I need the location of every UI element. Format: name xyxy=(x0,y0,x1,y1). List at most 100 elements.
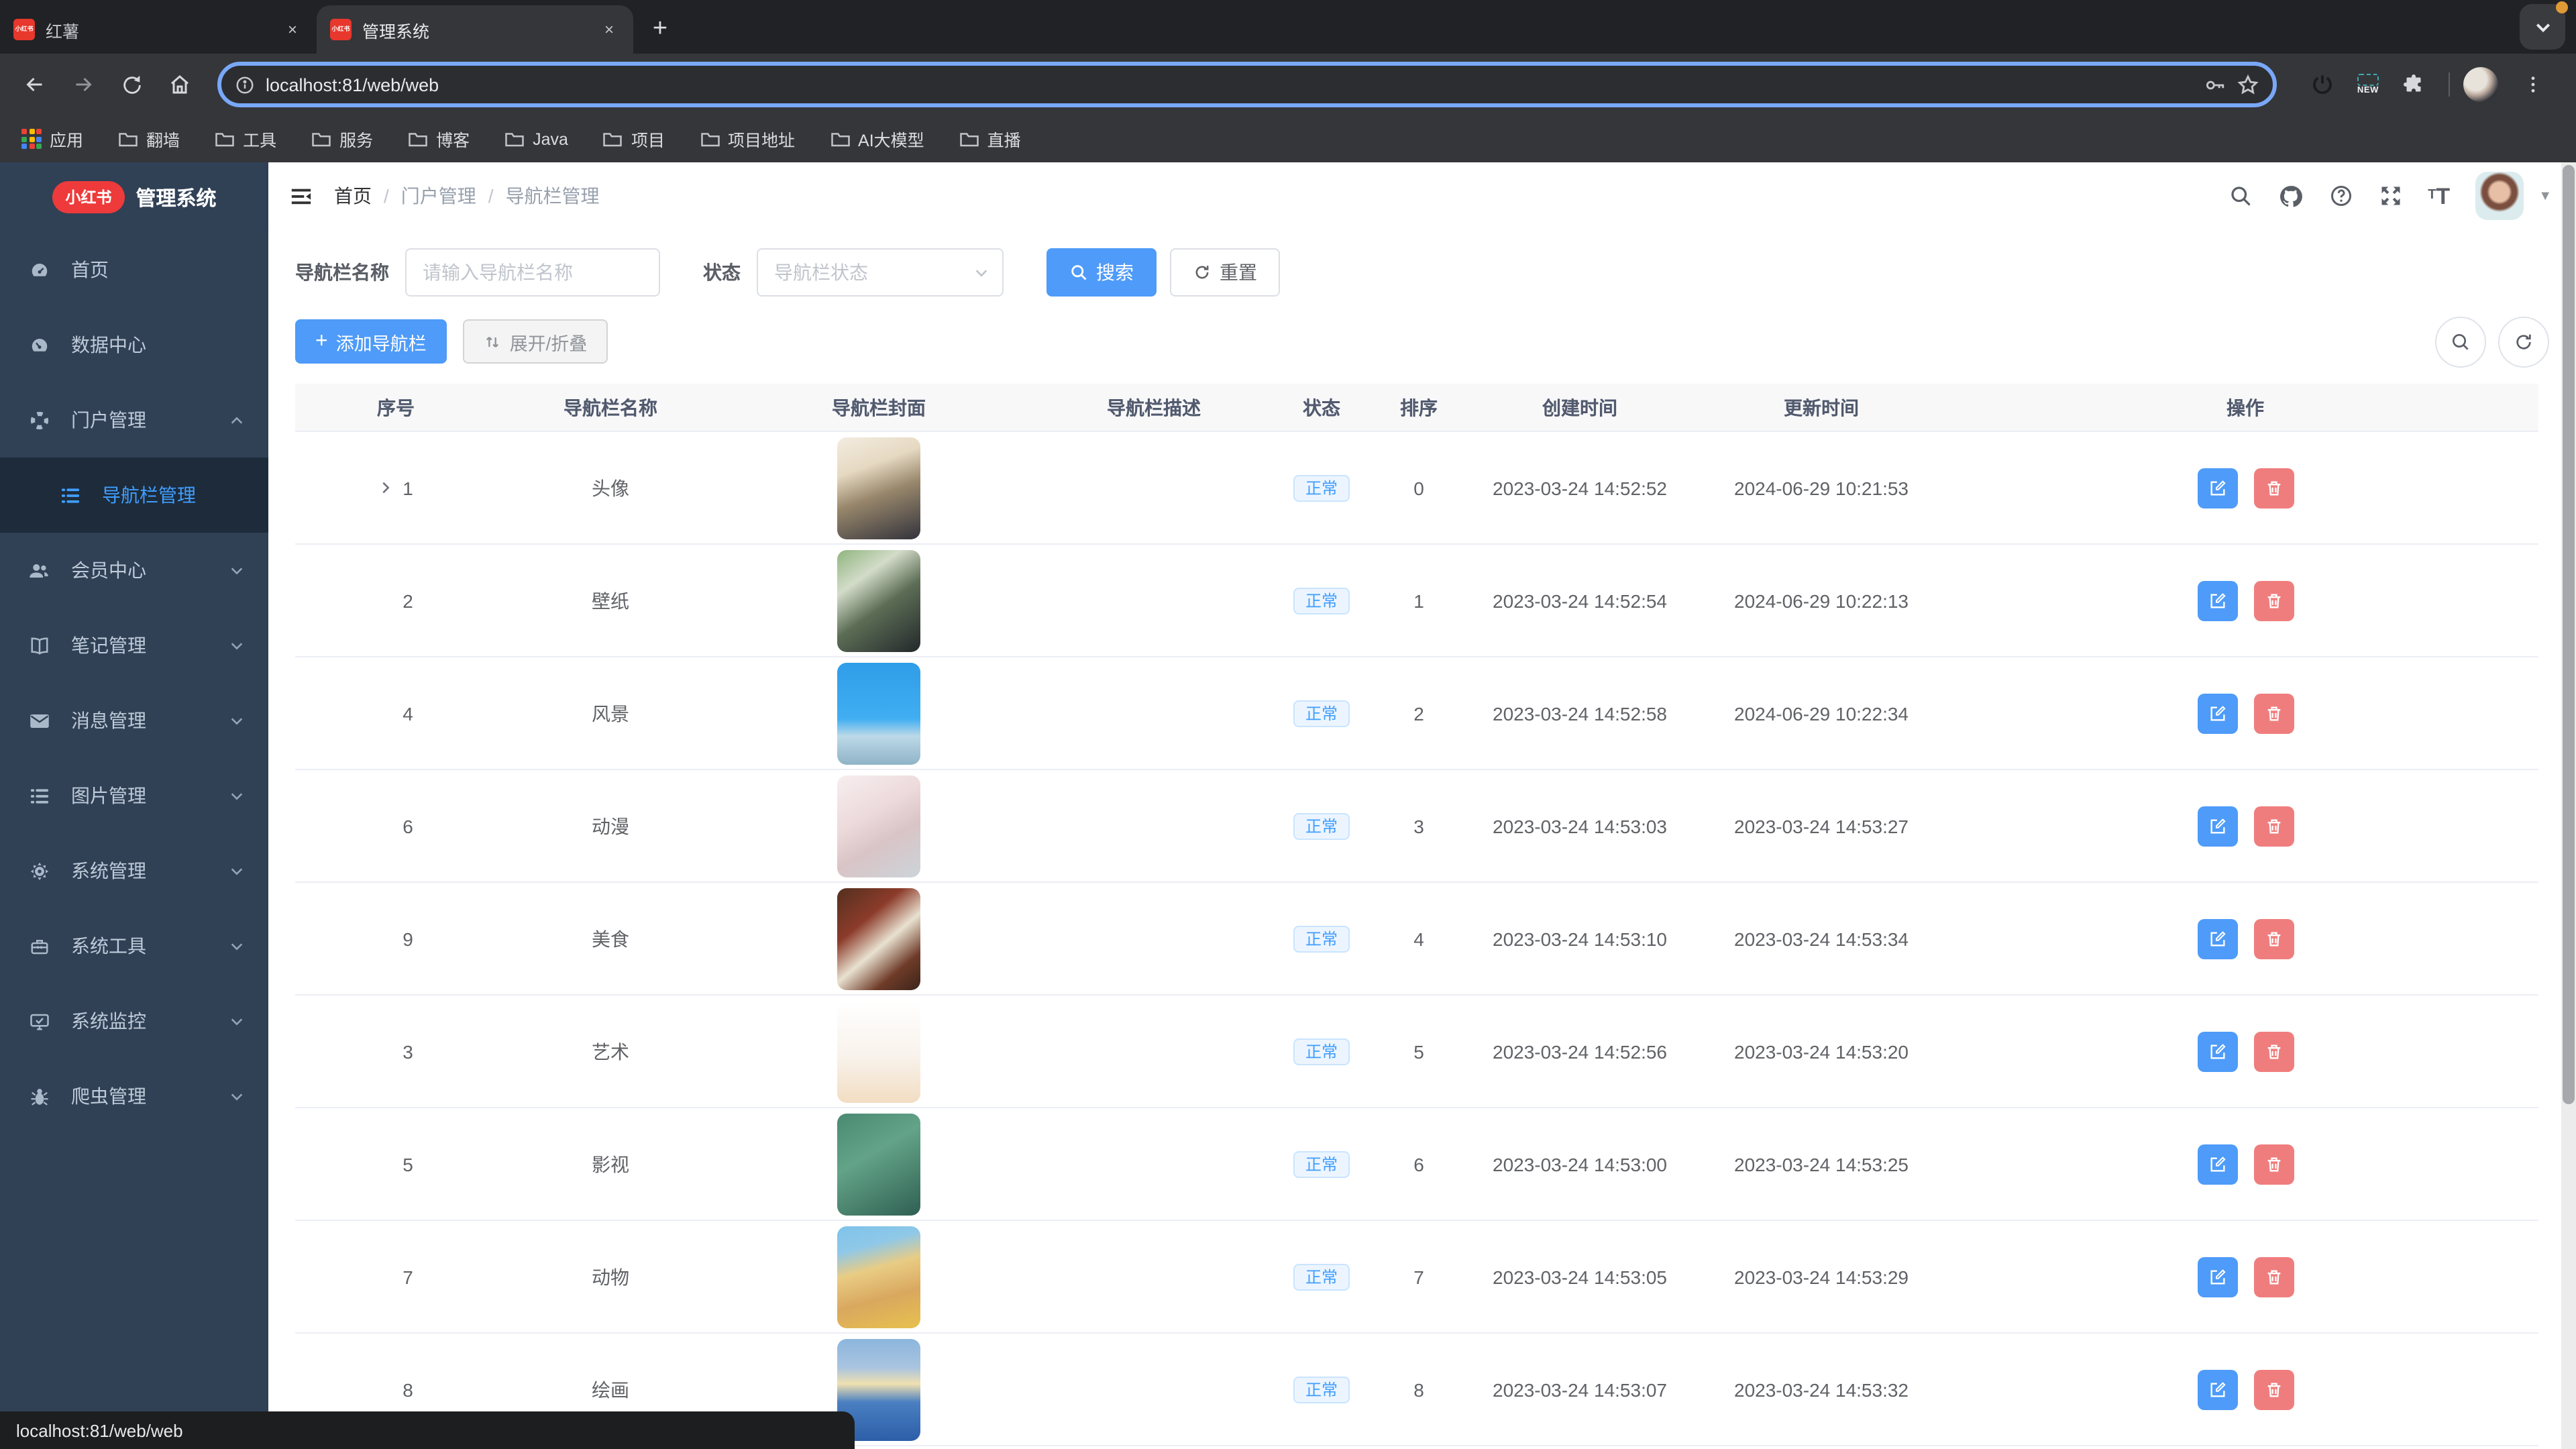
url-bar[interactable]: localhost:81/web/web xyxy=(217,62,2277,107)
password-key-icon[interactable] xyxy=(2203,73,2226,96)
bookmark-star-icon[interactable] xyxy=(2237,73,2259,96)
cover-anime-girl[interactable] xyxy=(837,775,920,877)
delete-button[interactable] xyxy=(2253,806,2294,846)
add-navbar-button[interactable]: + 添加导航栏 xyxy=(295,319,447,364)
bookmark-item[interactable]: 博客 xyxy=(408,126,470,152)
delete-button[interactable] xyxy=(2253,1369,2294,1409)
delete-button[interactable] xyxy=(2253,1031,2294,1071)
bookmark-item[interactable]: 应用 xyxy=(21,126,83,152)
cover-hotpot-food[interactable] xyxy=(837,888,920,989)
name-filter-input[interactable]: 请输入导航栏名称 xyxy=(405,248,660,297)
expand-row-icon[interactable] xyxy=(378,480,393,495)
mail-icon xyxy=(28,710,50,731)
scrollbar-thumb[interactable] xyxy=(2563,165,2575,1104)
help-icon[interactable] xyxy=(2328,184,2353,208)
github-icon[interactable] xyxy=(2277,183,2303,209)
sidebar-item-home[interactable]: 首页 xyxy=(0,232,268,307)
edit-button[interactable] xyxy=(2197,580,2237,621)
show-search-toggle-icon[interactable] xyxy=(2435,316,2486,367)
font-size-icon[interactable]: TT xyxy=(2428,184,2450,207)
sidebar-item-portal[interactable]: 门户管理 xyxy=(0,382,268,458)
edit-button[interactable] xyxy=(2197,1144,2237,1184)
delete-button[interactable] xyxy=(2253,1144,2294,1184)
breadcrumb-home[interactable]: 首页 xyxy=(334,182,372,209)
new-extension-icon[interactable]: NEW xyxy=(2357,73,2379,96)
edit-button[interactable] xyxy=(2197,1031,2237,1071)
status-badge: 正常 xyxy=(1293,1263,1350,1290)
cover-pandas-in-water[interactable] xyxy=(837,1113,920,1215)
tab-search-chevron-icon[interactable] xyxy=(2520,4,2565,50)
breadcrumb: 首页 / 门户管理 / 导航栏管理 xyxy=(334,182,2228,209)
extensions-puzzle-icon[interactable] xyxy=(2392,63,2435,106)
column-header: 更新时间 xyxy=(1690,394,1952,421)
folder-icon xyxy=(830,130,850,148)
sidebar-item-crawler-manage[interactable]: 爬虫管理 xyxy=(0,1059,268,1134)
delete-button[interactable] xyxy=(2253,693,2294,733)
delete-button[interactable] xyxy=(2253,918,2294,959)
sidebar-item-system-monitor[interactable]: 系统监控 xyxy=(0,983,268,1059)
sidebar-item-message-manage[interactable]: 消息管理 xyxy=(0,683,268,758)
site-info-icon[interactable] xyxy=(235,74,255,95)
tab-close-icon[interactable]: × xyxy=(598,19,620,40)
cover-white-cat-cartoon[interactable] xyxy=(837,1000,920,1102)
reset-button[interactable]: 重置 xyxy=(1170,248,1280,297)
chevron-down-icon xyxy=(229,938,244,953)
user-avatar[interactable] xyxy=(2475,172,2524,220)
back-icon[interactable] xyxy=(13,63,56,106)
browser-profile-avatar[interactable] xyxy=(2463,67,2498,102)
delete-button[interactable] xyxy=(2253,468,2294,508)
browser-menu-dots-icon[interactable] xyxy=(2512,63,2555,106)
bookmark-item[interactable]: 项目 xyxy=(603,126,665,152)
apps-grid-icon xyxy=(21,129,42,149)
expand-collapse-button[interactable]: 展开/折叠 xyxy=(463,319,608,364)
bookmark-item[interactable]: 工具 xyxy=(215,126,276,152)
delete-button[interactable] xyxy=(2253,1256,2294,1297)
row-id: 4 xyxy=(402,702,413,724)
cover-man-driving-car[interactable] xyxy=(837,549,920,651)
collapse-sidebar-icon[interactable] xyxy=(290,184,313,207)
new-tab-button[interactable]: + xyxy=(641,11,679,48)
page-scrollbar[interactable] xyxy=(2561,162,2576,1449)
browser-tab-inactive[interactable]: 小红书 红薯 × xyxy=(0,5,317,54)
sidebar-item-note-manage[interactable]: 笔记管理 xyxy=(0,608,268,683)
power-extension-icon[interactable] xyxy=(2301,63,2344,106)
sidebar-item-system-tools[interactable]: 系统工具 xyxy=(0,908,268,983)
edit-button[interactable] xyxy=(2197,693,2237,733)
breadcrumb-portal[interactable]: 门户管理 xyxy=(401,182,476,209)
caret-down-icon[interactable]: ▼ xyxy=(2538,189,2552,203)
edit-button[interactable] xyxy=(2197,918,2237,959)
bookmark-item[interactable]: 项目地址 xyxy=(700,126,795,152)
fullscreen-icon[interactable] xyxy=(2378,184,2402,208)
search-button[interactable]: 搜索 xyxy=(1046,248,1157,297)
logo[interactable]: 小红书 管理系统 xyxy=(0,162,268,232)
reload-icon[interactable] xyxy=(110,63,153,106)
edit-button[interactable] xyxy=(2197,1369,2237,1409)
sidebar-item-data-center[interactable]: 数据中心 xyxy=(0,307,268,382)
edit-button[interactable] xyxy=(2197,1256,2237,1297)
book-icon xyxy=(28,635,50,656)
forward-icon[interactable] xyxy=(62,63,105,106)
delete-button[interactable] xyxy=(2253,580,2294,621)
refresh-table-icon[interactable] xyxy=(2498,316,2549,367)
search-icon[interactable] xyxy=(2228,184,2252,208)
tab-close-icon[interactable]: × xyxy=(282,19,303,40)
edit-button[interactable] xyxy=(2197,806,2237,846)
bookmark-item[interactable]: Java xyxy=(504,129,568,148)
sidebar-item-member-center[interactable]: 会员中心 xyxy=(0,533,268,608)
cover-blue-sky-railway[interactable] xyxy=(837,662,920,764)
sidebar-item-image-manage[interactable]: 图片管理 xyxy=(0,758,268,833)
row-created-time: 2023-03-24 14:52:52 xyxy=(1493,477,1667,498)
home-icon[interactable] xyxy=(158,63,201,106)
edit-button[interactable] xyxy=(2197,468,2237,508)
bookmark-item[interactable]: AI大模型 xyxy=(830,126,924,152)
bookmark-item[interactable]: 翻墙 xyxy=(118,126,180,152)
url-text[interactable]: localhost:81/web/web xyxy=(266,74,2192,95)
bookmark-item[interactable]: 直播 xyxy=(959,126,1021,152)
cover-avatar-boy-photo[interactable] xyxy=(837,437,920,539)
browser-tab-active[interactable]: 小红书 管理系统 × xyxy=(317,5,633,54)
bookmark-item[interactable]: 服务 xyxy=(311,126,373,152)
sidebar-item-system-manage[interactable]: 系统管理 xyxy=(0,833,268,908)
sidebar-item-navbar-manage[interactable]: 导航栏管理 xyxy=(0,458,268,533)
status-filter-select[interactable]: 导航栏状态 xyxy=(757,248,1004,297)
cover-shiba-dog-flowers[interactable] xyxy=(837,1226,920,1328)
